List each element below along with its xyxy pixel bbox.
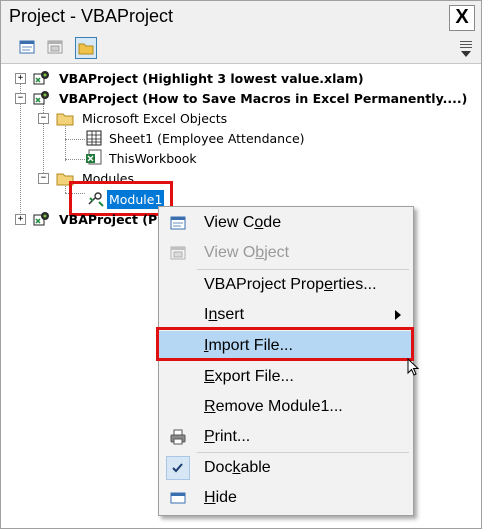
- view-code-icon: [19, 40, 35, 54]
- window-title: Project - VBAProject: [9, 6, 174, 26]
- tree-node-label: VBAProject (Highlight 3 lowest value.xla…: [59, 71, 364, 86]
- menu-item-vbaproject-properties[interactable]: VBAProject Properties...: [159, 270, 413, 300]
- view-code-button[interactable]: [17, 37, 37, 57]
- submenu-arrow-icon: [395, 310, 401, 320]
- menu-item-label: VBAProject Properties...: [204, 276, 377, 293]
- collapse-toggle[interactable]: −: [15, 93, 26, 104]
- toolbar-overflow-icon[interactable]: [459, 41, 473, 59]
- vba-project-icon: [33, 91, 49, 105]
- collapse-toggle[interactable]: −: [38, 173, 49, 184]
- tree-node-label: VBAProject (PE: [59, 212, 166, 227]
- folder-icon: [56, 113, 74, 126]
- view-code-icon: [170, 216, 186, 230]
- menu-item-dockable[interactable]: Dockable: [159, 453, 413, 483]
- menu-item-label: View Object: [204, 244, 290, 261]
- menu-item-label: Dockable: [204, 459, 271, 476]
- context-menu: View Code View Object VBAProject Propert…: [158, 206, 414, 516]
- workbook-icon: [86, 149, 102, 165]
- vba-project-icon: [33, 212, 49, 226]
- view-object-button[interactable]: [45, 37, 65, 57]
- menu-item-print[interactable]: Print...: [159, 422, 413, 452]
- menu-item-label: Insert: [204, 306, 245, 323]
- menu-item-view-object[interactable]: View Object: [159, 238, 413, 268]
- project-explorer-window: Project - VBAProject X + VBAProject (Hig…: [0, 0, 482, 529]
- menu-item-insert[interactable]: Insert: [159, 300, 413, 330]
- worksheet-icon: [86, 130, 102, 146]
- vba-project-icon: [33, 71, 49, 85]
- menu-item-label: View Code: [204, 214, 282, 231]
- tree-node-label: Sheet1 (Employee Attendance): [109, 131, 305, 146]
- view-object-icon: [170, 246, 186, 260]
- collapse-toggle[interactable]: −: [38, 113, 49, 124]
- tree-node-label: Microsoft Excel Objects: [82, 111, 228, 126]
- folder-icon: [78, 43, 94, 55]
- menu-item-view-code[interactable]: View Code: [159, 208, 413, 238]
- menu-item-remove-module1[interactable]: Remove Module1...: [159, 392, 413, 422]
- printer-icon: [170, 429, 186, 445]
- expand-toggle[interactable]: +: [15, 73, 26, 84]
- menu-item-label: Hide: [204, 489, 237, 506]
- title-bar[interactable]: Project - VBAProject X: [1, 1, 481, 33]
- mouse-cursor-icon: [407, 358, 420, 376]
- checkmark-icon: [172, 463, 183, 473]
- toolbar: [1, 33, 481, 64]
- menu-item-label: Remove Module1...: [204, 398, 343, 415]
- check-frame: [166, 456, 190, 480]
- tree-node-label: ThisWorkbook: [109, 151, 197, 166]
- tree-node-label: VBAProject (How to Save Macros in Excel …: [59, 91, 468, 106]
- menu-item-label: Export File...: [204, 368, 294, 385]
- expand-toggle[interactable]: +: [15, 214, 26, 225]
- menu-item-hide[interactable]: Hide: [159, 483, 413, 513]
- close-button[interactable]: X: [449, 5, 475, 31]
- menu-item-label: Print...: [204, 428, 251, 445]
- menu-item-export-file[interactable]: Export File...: [159, 362, 413, 392]
- hide-window-icon: [170, 492, 186, 504]
- view-object-icon: [47, 40, 63, 54]
- callout-box-import-file: [156, 327, 414, 361]
- toggle-folders-button[interactable]: [75, 37, 97, 59]
